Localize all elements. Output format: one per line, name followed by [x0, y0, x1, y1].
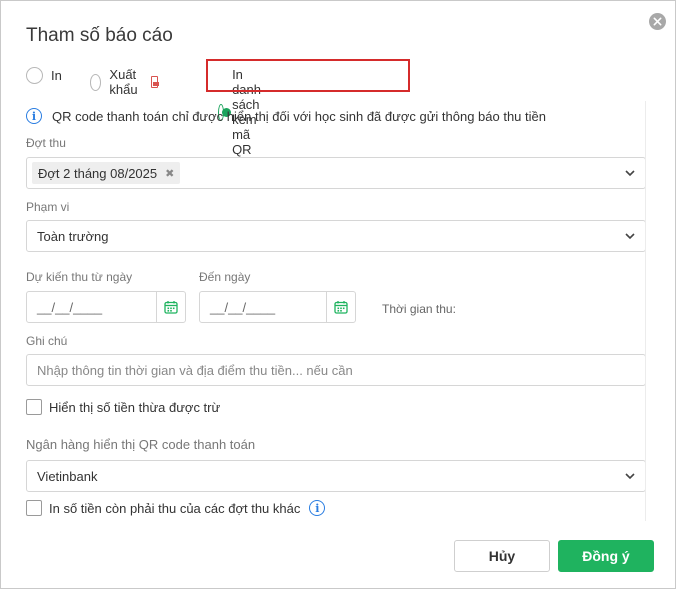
calendar-icon[interactable] — [156, 292, 185, 322]
radio-print-dot[interactable] — [26, 67, 43, 84]
to-date-input[interactable]: __/__/____ — [199, 291, 356, 323]
to-date-value: __/__/____ — [210, 299, 276, 315]
from-date-label: Dự kiến thu từ ngày — [26, 270, 133, 284]
radio-export[interactable]: Xuất khẩu — [90, 67, 160, 97]
close-icon[interactable] — [649, 13, 666, 30]
chevron-down-icon — [625, 233, 635, 240]
print-other-due-checkbox-row[interactable]: In số tiền còn phải thu của các đợt thu … — [26, 500, 326, 516]
radio-export-dot[interactable] — [90, 73, 102, 91]
show-excess-checkbox[interactable] — [26, 399, 42, 415]
chevron-down-icon — [625, 473, 635, 480]
report-parameters-dialog: Tham số báo cáo In Xuất khẩu In danh sác… — [0, 0, 676, 589]
dialog-title: Tham số báo cáo — [26, 25, 173, 46]
cancel-button[interactable]: Hủy — [454, 540, 550, 572]
print-other-due-checkbox[interactable] — [26, 500, 42, 516]
pdf-file-icon — [151, 76, 160, 88]
collection-time-label: Thời gian thu: — [382, 302, 456, 316]
print-other-due-label: In số tiền còn phải thu của các đợt thu … — [49, 500, 301, 516]
scope-select[interactable]: Toàn trường — [26, 220, 646, 252]
info-notice-text: QR code thanh toán chỉ được hiển thị đối… — [52, 108, 546, 124]
calendar-icon[interactable] — [326, 292, 355, 322]
chevron-down-icon — [625, 170, 635, 177]
note-label: Ghi chú — [26, 334, 68, 348]
info-icon[interactable]: i — [309, 500, 326, 516]
radio-export-label: Xuất khẩu — [109, 67, 138, 97]
collection-round-select[interactable]: Đợt 2 tháng 08/2025 ✖ — [26, 157, 646, 189]
radio-print[interactable]: In — [26, 67, 62, 84]
radio-print-label: In — [51, 68, 62, 83]
note-input[interactable] — [26, 354, 646, 386]
remove-tag-icon[interactable]: ✖ — [165, 167, 174, 180]
scroll-track — [645, 101, 646, 521]
show-excess-label: Hiển thị số tiền thừa được trừ — [49, 399, 221, 415]
collection-round-tag: Đợt 2 tháng 08/2025 ✖ — [32, 162, 181, 184]
scope-value: Toàn trường — [37, 228, 109, 244]
scope-label: Phạm vi — [26, 200, 70, 214]
bank-value: Vietinbank — [37, 468, 98, 484]
ok-button[interactable]: Đồng ý — [558, 540, 654, 572]
info-icon: i — [26, 108, 42, 124]
show-excess-checkbox-row[interactable]: Hiển thị số tiền thừa được trừ — [26, 399, 220, 415]
from-date-input[interactable]: __/__/____ — [26, 291, 186, 323]
from-date-value: __/__/____ — [37, 299, 103, 315]
highlight-box — [206, 59, 410, 92]
to-date-label: Đến ngày — [199, 270, 251, 284]
bank-select[interactable]: Vietinbank — [26, 460, 646, 492]
collection-round-tag-text: Đợt 2 tháng 08/2025 — [38, 165, 158, 181]
bank-label: Ngân hàng hiển thị QR code thanh toán — [26, 437, 256, 452]
info-notice: i QR code thanh toán chỉ được hiển thị đ… — [26, 108, 546, 124]
collection-round-label: Đợt thu — [26, 136, 66, 150]
